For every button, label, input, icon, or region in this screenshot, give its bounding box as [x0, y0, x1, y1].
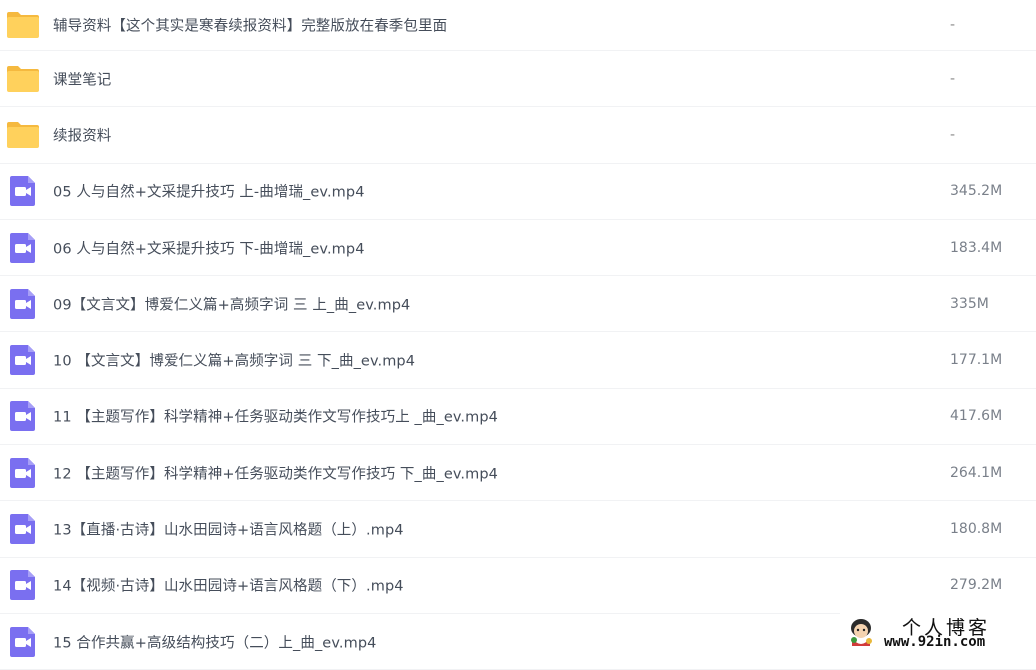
file-name[interactable]: 14【视频·古诗】山水田园诗+语言风格题（下）.mp4 [53, 575, 404, 596]
watermark: 个人博客 www.92in.com [840, 612, 1036, 655]
file-name[interactable]: 续报资料 [53, 124, 111, 145]
video-file-icon [6, 345, 40, 376]
file-size: 183.4M [950, 239, 1003, 256]
file-size: 264.1M [950, 464, 1003, 481]
folder-icon [6, 120, 40, 150]
file-name[interactable]: 10 【文言文】博爱仁义篇+高频字词 三 下_曲_ev.mp4 [53, 350, 415, 371]
file-size: - [950, 17, 956, 33]
file-row[interactable]: 14【视频·古诗】山水田园诗+语言风格题（下）.mp4 279.2M [0, 558, 1036, 614]
file-row[interactable]: 13【直播·古诗】山水田园诗+语言风格题（上）.mp4 180.8M [0, 501, 1036, 558]
file-row[interactable]: 11 【主题写作】科学精神+任务驱动类作文写作技巧上 _曲_ev.mp4 417.… [0, 389, 1036, 446]
file-name[interactable]: 课堂笔记 [53, 68, 111, 89]
file-size: - [950, 126, 956, 143]
video-file-icon [6, 626, 40, 657]
folder-row[interactable]: 辅导资料【这个其实是寒春续报资料】完整版放在春季包里面 - [0, 0, 1036, 51]
video-file-icon [6, 232, 40, 263]
video-file-icon [6, 514, 40, 545]
video-file-icon [6, 570, 40, 601]
file-size: 279.2M [950, 577, 1003, 594]
file-size: 177.1M [950, 352, 1003, 369]
avatar-icon [851, 619, 872, 646]
file-name[interactable]: 12 【主题写作】科学精神+任务驱动类作文写作技巧 下_曲_ev.mp4 [53, 462, 498, 483]
video-file-icon [6, 401, 40, 432]
file-size: 180.8M [950, 521, 1003, 538]
file-size: 345.2M [950, 183, 1003, 200]
folder-row[interactable]: 课堂笔记 - [0, 51, 1036, 108]
folder-icon [6, 10, 40, 40]
file-name[interactable]: 09【文言文】博爱仁义篇+高频字词 三 上_曲_ev.mp4 [53, 293, 410, 314]
file-size: - [950, 70, 956, 87]
folder-icon [6, 64, 40, 94]
folder-row[interactable]: 续报资料 - [0, 107, 1036, 164]
file-row[interactable]: 06 人与自然+文采提升技巧 下-曲增瑞_ev.mp4 183.4M [0, 220, 1036, 277]
file-row[interactable]: 09【文言文】博爱仁义篇+高频字词 三 上_曲_ev.mp4 335M [0, 276, 1036, 333]
file-row[interactable]: 05 人与自然+文采提升技巧 上-曲增瑞_ev.mp4 345.2M [0, 164, 1036, 220]
file-name[interactable]: 13【直播·古诗】山水田园诗+语言风格题（上）.mp4 [53, 519, 404, 540]
file-row[interactable]: 10 【文言文】博爱仁义篇+高频字词 三 下_曲_ev.mp4 177.1M [0, 332, 1036, 389]
file-name[interactable]: 11 【主题写作】科学精神+任务驱动类作文写作技巧上 _曲_ev.mp4 [53, 406, 498, 427]
file-name[interactable]: 06 人与自然+文采提升技巧 下-曲增瑞_ev.mp4 [53, 237, 365, 258]
file-size: 335M [950, 295, 989, 312]
file-row[interactable]: 12 【主题写作】科学精神+任务驱动类作文写作技巧 下_曲_ev.mp4 264.… [0, 445, 1036, 502]
file-list: 辅导资料【这个其实是寒春续报资料】完整版放在春季包里面 - 课堂笔记 - 续报资料 - 05… [0, 0, 1036, 670]
watermark-url: www.92in.com [884, 634, 986, 650]
file-name[interactable]: 辅导资料【这个其实是寒春续报资料】完整版放在春季包里面 [53, 15, 447, 36]
video-file-icon [6, 288, 40, 319]
file-size: 417.6M [950, 408, 1003, 425]
file-name[interactable]: 05 人与自然+文采提升技巧 上-曲增瑞_ev.mp4 [53, 181, 365, 202]
video-file-icon [6, 457, 40, 488]
file-name[interactable]: 15 合作共赢+高级结构技巧（二）上_曲_ev.mp4 [53, 631, 376, 652]
video-file-icon [6, 176, 40, 207]
